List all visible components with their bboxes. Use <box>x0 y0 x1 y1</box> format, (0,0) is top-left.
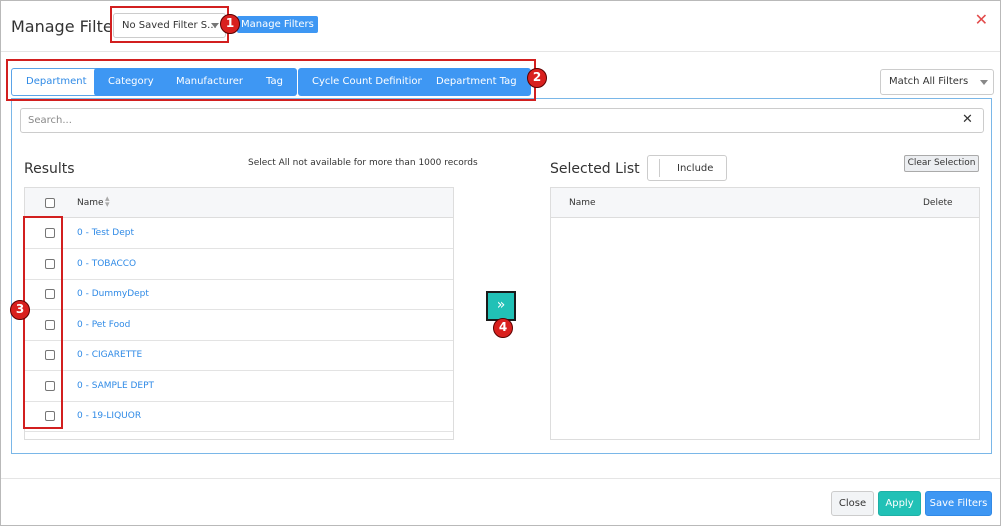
row-link[interactable]: 0 - DummyDept <box>77 289 149 299</box>
table-row: 0 - TOBACCO <box>25 249 453 280</box>
table-row: 0 - Test Dept <box>25 218 453 249</box>
table-row: 0 - DummyDept <box>25 279 453 310</box>
callout-number-1: 1 <box>220 14 240 34</box>
callout-number-4: 4 <box>493 318 513 338</box>
header-divider <box>1 51 1000 52</box>
callout-number-2: 2 <box>527 68 547 88</box>
table-row: 0 - 19-LIQUOR <box>25 401 453 432</box>
match-filters-select[interactable]: Match All Filters <box>880 69 994 95</box>
results-header-row: Name ▴ ▾ <box>25 188 453 218</box>
footer-divider <box>1 478 1000 479</box>
results-table: Name ▴ ▾ 0 - Test Dept 0 - TOBACCO 0 - Du… <box>24 187 454 440</box>
selected-table: Name Delete <box>550 187 980 440</box>
callout-box-tabs <box>6 59 536 101</box>
include-toggle[interactable]: Include <box>647 155 727 181</box>
row-link[interactable]: 0 - Test Dept <box>77 228 134 238</box>
chevron-down-icon <box>980 80 988 85</box>
select-all-checkbox[interactable] <box>45 198 55 208</box>
search-input[interactable]: Search... <box>20 108 984 133</box>
callout-box-saved-filter <box>110 6 229 43</box>
close-button[interactable]: Close <box>831 491 874 516</box>
selected-name-column-header: Name <box>569 198 596 208</box>
apply-button[interactable]: Apply <box>878 491 921 516</box>
table-row: 0 - SAMPLE DEPT <box>25 371 453 402</box>
manage-filters-modal: Manage Filters No Saved Filter S... Mana… <box>0 0 1001 526</box>
save-filters-button[interactable]: Save Filters <box>925 491 992 516</box>
row-link[interactable]: 0 - CIGARETTE <box>77 350 142 360</box>
delete-column-header: Delete <box>923 198 953 208</box>
row-link[interactable]: 0 - Pet Food <box>77 320 130 330</box>
selected-header-row: Name Delete <box>551 188 979 218</box>
match-filters-value: Match All Filters <box>889 76 969 87</box>
include-label: Include <box>677 163 714 174</box>
close-icon[interactable]: ✕ <box>975 10 988 29</box>
row-link[interactable]: 0 - 19-LIQUOR <box>77 411 141 421</box>
table-row: 0 - Pet Food <box>25 310 453 341</box>
toggle-divider <box>659 159 660 177</box>
table-row: 0 - CIGARETTE <box>25 340 453 371</box>
name-column-header[interactable]: Name <box>77 198 104 208</box>
select-all-note: Select All not available for more than 1… <box>248 158 478 168</box>
callout-box-checkboxes <box>23 216 63 429</box>
row-link[interactable]: 0 - SAMPLE DEPT <box>77 381 154 391</box>
selected-list-title: Selected List <box>550 161 640 177</box>
clear-selection-button[interactable]: Clear Selection <box>904 155 979 172</box>
results-title: Results <box>24 161 75 177</box>
move-to-selected-button[interactable]: » <box>486 291 516 321</box>
manage-filters-button[interactable]: Manage Filters <box>237 16 318 33</box>
sort-icon[interactable]: ▴ ▾ <box>105 195 110 210</box>
callout-number-3: 3 <box>10 300 30 320</box>
clear-search-icon[interactable]: ✕ <box>962 112 973 127</box>
row-link[interactable]: 0 - TOBACCO <box>77 259 136 269</box>
